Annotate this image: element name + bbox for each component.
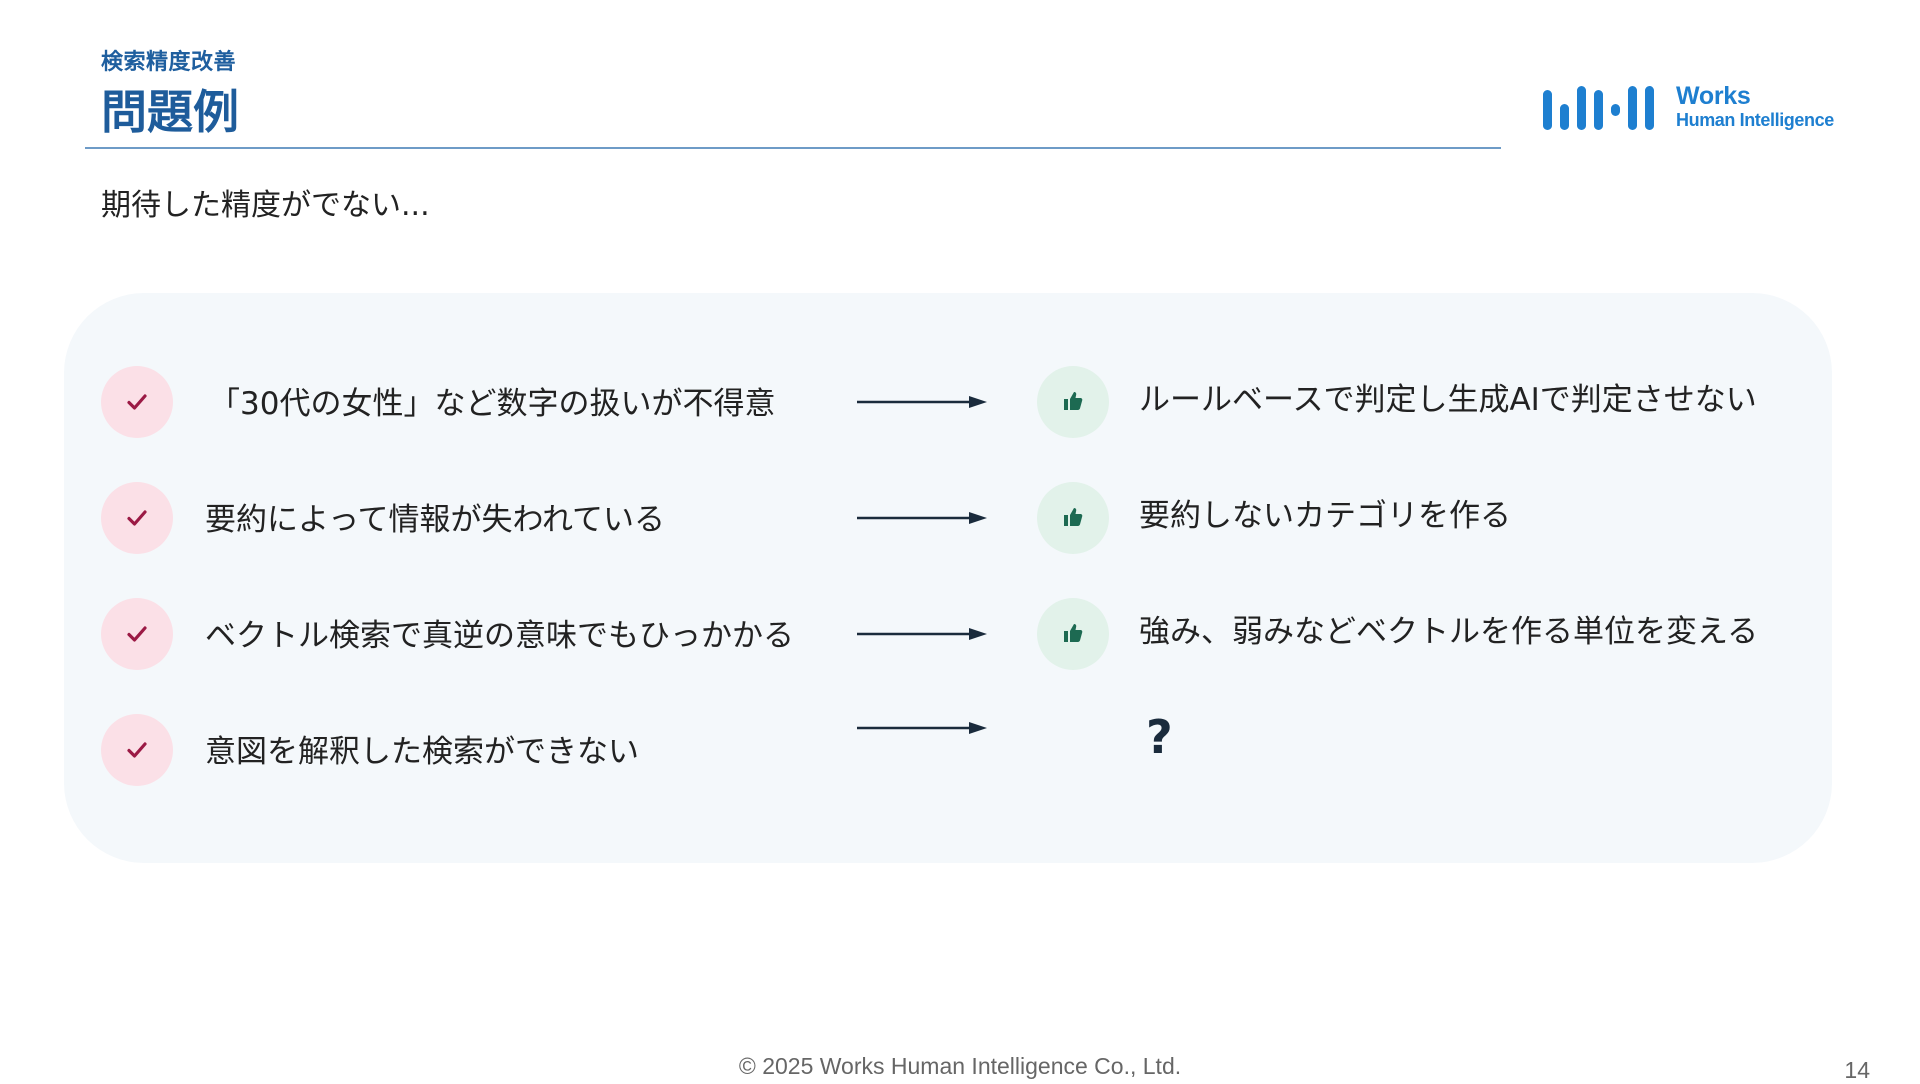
section-label: 検索精度改善 xyxy=(101,50,237,75)
copyright-footer: © 2025 Works Human Intelligence Co., Ltd… xyxy=(738,1053,1182,1079)
problem-text: 「30代の女性」など数字の扱いが不得意 xyxy=(209,386,776,422)
slide-subtitle: 期待した精度がでない... xyxy=(101,188,430,223)
problem-row: 「30代の女性」など数字の扱いが不得意 ルールベースで判定し生成AIで判定させな… xyxy=(0,366,1920,440)
problem-text: 意図を解釈した検索ができない xyxy=(205,734,639,770)
slide: 検索精度改善 問題例 Works Human Intelligence 期待した… xyxy=(0,0,1920,1083)
page-title: 問題例 xyxy=(101,85,239,139)
check-icon xyxy=(101,714,173,786)
solution-text: 強み、弱みなどベクトルを作る単位を変える xyxy=(1139,614,1759,650)
arrow-right-icon xyxy=(857,512,987,524)
title-divider xyxy=(85,147,1501,149)
logo-bars-icon xyxy=(1543,86,1654,130)
unknown-solution-mark: ? xyxy=(1146,710,1173,764)
problem-row: ベクトル検索で真逆の意味でもひっかかる 強み、弱みなどベクトルを作る単位を変える xyxy=(0,598,1920,672)
check-icon xyxy=(101,366,173,438)
logo-tagline: Human Intelligence xyxy=(1676,110,1834,130)
solution-text: 要約しないカテゴリを作る xyxy=(1139,498,1511,534)
arrow-right-icon xyxy=(857,722,987,734)
thumbs-up-icon xyxy=(1037,482,1109,554)
company-logo: Works Human Intelligence xyxy=(1543,82,1863,134)
problem-row: 要約によって情報が失われている 要約しないカテゴリを作る xyxy=(0,482,1920,556)
arrow-right-icon xyxy=(857,396,987,408)
logo-wordmark: Works xyxy=(1676,82,1751,110)
problem-row: 意図を解釈した検索ができない ? xyxy=(0,710,1920,788)
problem-text: 要約によって情報が失われている xyxy=(205,502,666,538)
check-icon xyxy=(101,482,173,554)
problem-text: ベクトル検索で真逆の意味でもひっかかる xyxy=(205,618,794,654)
check-icon xyxy=(101,598,173,670)
thumbs-up-icon xyxy=(1037,598,1109,670)
thumbs-up-icon xyxy=(1037,366,1109,438)
arrow-right-icon xyxy=(857,628,987,640)
solution-text: ルールベースで判定し生成AIで判定させない xyxy=(1139,382,1757,418)
